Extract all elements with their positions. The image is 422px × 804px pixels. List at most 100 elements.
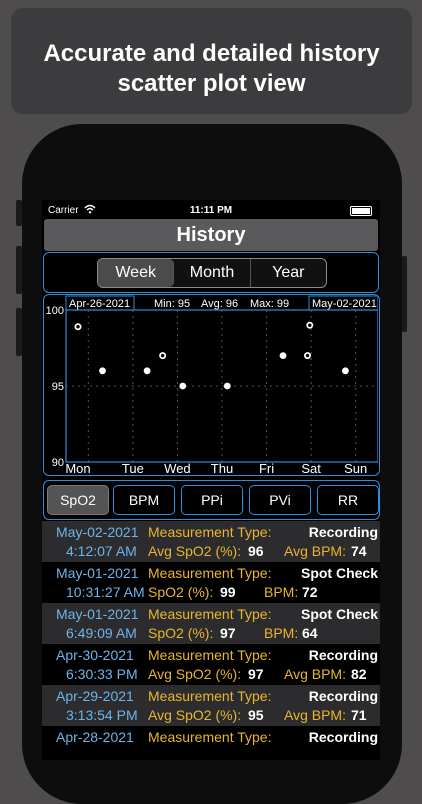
metric-rr-button[interactable]: RR xyxy=(317,485,379,515)
y-tick-label: 90 xyxy=(52,457,64,469)
record-type: Recording xyxy=(308,647,378,663)
record-bpm-value: 74 xyxy=(351,543,367,559)
tab-month[interactable]: Month xyxy=(174,259,251,287)
metric-pvi-button[interactable]: PVi xyxy=(249,485,311,515)
y-tick-label: 100 xyxy=(46,305,64,317)
record-spo2-value: 99 xyxy=(220,584,236,600)
record-bpm-value: 72 xyxy=(302,584,318,600)
scatter-chart-panel: Apr-26-2021 Min: 95 Avg: 96 Max: 99 May-… xyxy=(43,294,380,476)
scatter-chart: Apr-26-2021 Min: 95 Avg: 96 Max: 99 May-… xyxy=(46,295,379,476)
x-tick-label: Mon xyxy=(65,461,90,474)
record-bpm-label: Avg BPM: xyxy=(284,707,346,723)
data-point[interactable] xyxy=(179,382,187,390)
data-point[interactable] xyxy=(223,382,231,390)
metric-selector: SpO2 BPM PPi PVi RR xyxy=(43,480,380,520)
record-type-label: Measurement Type: xyxy=(148,606,272,622)
record-date: May-01-2021 xyxy=(56,606,139,622)
record-spo2-label: SpO2 (%): xyxy=(148,625,214,641)
data-point[interactable] xyxy=(99,367,106,375)
history-list: May-02-2021 4:12:07 AM Measurement Type: Re… xyxy=(42,521,380,760)
banner-title-line1: Accurate and detailed history xyxy=(43,40,380,67)
chart-end-date: May-02-2021 xyxy=(312,298,377,310)
data-point[interactable] xyxy=(306,321,314,329)
record-time: 10:31:27 AM xyxy=(66,584,145,600)
record-date: May-02-2021 xyxy=(56,524,139,540)
tab-week[interactable]: Week xyxy=(98,259,175,287)
history-record[interactable]: May-02-2021 4:12:07 AM Measurement Type: Re… xyxy=(42,521,380,562)
x-tick-label: Fri xyxy=(259,461,274,474)
x-tick-label: Sun xyxy=(344,461,367,474)
range-segmented-control: Week Month Year xyxy=(97,258,327,288)
phone-mute-switch xyxy=(16,200,22,226)
history-record[interactable]: May-01-2021 10:31:27 AM Measurement Type: S… xyxy=(42,562,380,603)
metric-bpm-button[interactable]: BPM xyxy=(113,485,175,515)
phone-volume-down xyxy=(16,308,22,356)
page-title: History xyxy=(176,224,246,246)
data-points xyxy=(74,321,349,390)
data-point[interactable] xyxy=(279,352,287,359)
phone-volume-up xyxy=(16,246,22,294)
record-time: 3:13:54 PM xyxy=(66,707,138,723)
record-type: Recording xyxy=(308,729,378,745)
record-time: 6:49:09 AM xyxy=(66,625,137,641)
record-spo2-label: Avg SpO2 (%): xyxy=(148,707,242,723)
record-date: May-01-2021 xyxy=(56,565,139,581)
record-time: 4:12:07 AM xyxy=(66,543,137,559)
record-bpm-value: 71 xyxy=(351,707,367,723)
data-point[interactable] xyxy=(304,352,312,360)
record-spo2-value: 96 xyxy=(248,543,264,559)
x-tick-label: Thu xyxy=(211,461,233,474)
chart-start-date: Apr-26-2021 xyxy=(69,298,130,310)
record-bpm-label: BPM: xyxy=(264,584,299,600)
data-point[interactable] xyxy=(74,323,82,331)
record-bpm-value: 82 xyxy=(351,666,367,682)
record-type-label: Measurement Type: xyxy=(148,524,272,540)
record-spo2-value: 97 xyxy=(220,625,236,641)
record-bpm-label: Avg BPM: xyxy=(284,543,346,559)
record-spo2-label: Avg SpO2 (%): xyxy=(148,543,242,559)
record-type: Spot Check xyxy=(300,606,378,622)
record-spo2-value: 95 xyxy=(248,707,264,723)
record-spo2-label: Avg SpO2 (%): xyxy=(148,666,242,682)
record-type: Recording xyxy=(308,524,378,540)
history-record[interactable]: Apr-28-2021 Measurement Type: Recording xyxy=(42,726,380,760)
record-type-label: Measurement Type: xyxy=(148,565,272,581)
history-record[interactable]: May-01-2021 6:49:09 AM Measurement Type: Sp… xyxy=(42,603,380,644)
history-record[interactable]: Apr-29-2021 3:13:54 PM Measurement Type: Re… xyxy=(42,685,380,726)
range-selector-panel: Week Month Year xyxy=(43,252,379,293)
x-tick-label: Tue xyxy=(122,461,144,474)
x-axis-ticks: Mon Tue Wed Thu Fri Sat Sun xyxy=(65,461,367,476)
app-screen: Carrier 11:11 PM History Week Month Year… xyxy=(42,200,380,760)
record-date: Apr-30-2021 xyxy=(56,647,134,663)
record-spo2-value: 97 xyxy=(248,666,264,682)
history-record[interactable]: Apr-30-2021 6:30:33 PM Measurement Type: Re… xyxy=(42,644,380,685)
data-point[interactable] xyxy=(143,367,151,375)
data-point[interactable] xyxy=(342,367,349,375)
y-axis-ticks: 100 95 90 xyxy=(46,305,64,469)
x-tick-label: Wed xyxy=(164,461,191,474)
status-time: 11:11 PM xyxy=(189,205,233,216)
record-type-label: Measurement Type: xyxy=(148,729,272,745)
metric-spo2-button[interactable]: SpO2 xyxy=(47,485,109,515)
tab-year[interactable]: Year xyxy=(251,259,326,287)
metric-ppi-button[interactable]: PPi xyxy=(181,485,243,515)
record-type-label: Measurement Type: xyxy=(148,647,272,663)
nav-bar: History xyxy=(44,219,378,251)
record-type: Recording xyxy=(308,688,378,704)
phone-power-button xyxy=(402,256,407,332)
y-tick-label: 95 xyxy=(52,381,64,393)
record-bpm-label: Avg BPM: xyxy=(284,666,346,682)
record-bpm-value: 64 xyxy=(302,625,318,641)
promo-banner: Accurate and detailed history scatter pl… xyxy=(11,8,412,114)
chart-min: Min: 95 xyxy=(154,298,190,310)
record-time: 6:30:33 PM xyxy=(66,666,138,682)
data-point[interactable] xyxy=(159,352,167,360)
banner-title-line2: scatter plot view xyxy=(117,70,306,97)
x-tick-label: Sat xyxy=(301,461,321,474)
record-date: Apr-29-2021 xyxy=(56,688,134,704)
chart-grid xyxy=(66,310,378,462)
record-type: Spot Check xyxy=(300,565,378,581)
record-bpm-label: BPM: xyxy=(264,625,299,641)
record-type-label: Measurement Type: xyxy=(148,688,272,704)
record-date: Apr-28-2021 xyxy=(56,729,134,745)
